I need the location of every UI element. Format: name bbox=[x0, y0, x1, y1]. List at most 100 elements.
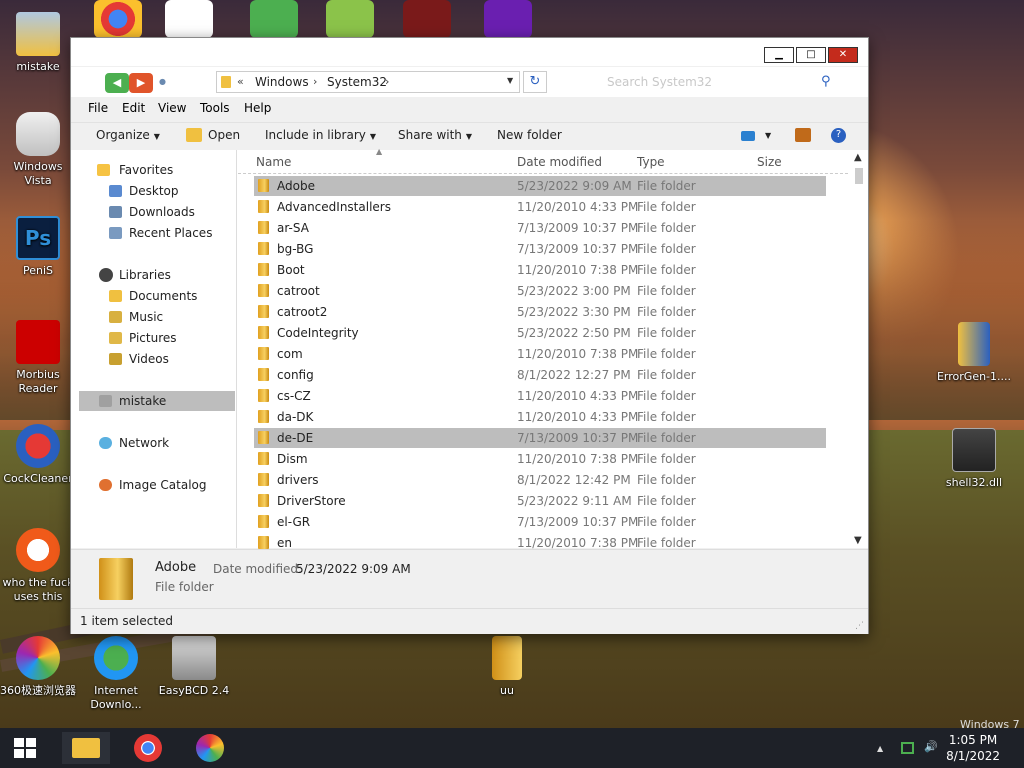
new-folder-button[interactable]: New folder bbox=[497, 128, 562, 142]
table-row[interactable]: catroot2 5/23/2022 3:30 PM File folder bbox=[254, 302, 826, 322]
menu-file[interactable]: File bbox=[88, 101, 108, 115]
desktop-icon-shell32[interactable]: shell32.dll bbox=[936, 428, 1012, 490]
nav-recent-places[interactable]: Recent Places bbox=[71, 223, 237, 243]
table-row[interactable]: bg-BG 7/13/2009 10:37 PM File folder bbox=[254, 239, 826, 259]
resize-grip-icon[interactable]: ⋰ bbox=[855, 621, 864, 631]
taskbar-360-browser[interactable] bbox=[186, 732, 234, 764]
table-row[interactable]: Adobe 5/23/2022 9:09 AM File folder bbox=[254, 176, 826, 196]
breadcrumb-separator[interactable]: › bbox=[385, 75, 389, 88]
file-date: 5/23/2022 2:50 PM bbox=[517, 326, 631, 340]
back-button[interactable]: ◀ bbox=[105, 73, 129, 93]
desktop-icon-who-uses-this[interactable]: who the fuck uses this bbox=[0, 528, 76, 604]
taskbar-chrome[interactable] bbox=[124, 732, 172, 764]
preview-pane-icon[interactable] bbox=[795, 128, 811, 142]
search-icon[interactable]: ⚲ bbox=[821, 74, 831, 89]
column-name[interactable]: Name bbox=[256, 155, 291, 169]
explorer-window[interactable]: ▁ □ ✕ ◀ ▶ ● « Windows › System32 › ▼ ↻ S… bbox=[70, 37, 869, 634]
nav-desktop[interactable]: Desktop bbox=[71, 181, 237, 201]
nav-libraries[interactable]: Libraries bbox=[71, 265, 237, 285]
nav-image-catalog[interactable]: Image Catalog bbox=[71, 475, 237, 495]
start-button[interactable] bbox=[14, 738, 36, 758]
file-name: cs-CZ bbox=[277, 389, 311, 403]
breadcrumb-system32[interactable]: System32 bbox=[327, 75, 387, 89]
table-row[interactable]: AdvancedInstallers 11/20/2010 4:33 PM File… bbox=[254, 197, 826, 217]
table-row[interactable]: de-DE 7/13/2009 10:37 PM File folder bbox=[254, 428, 826, 448]
desktop-icon-cockcleaner[interactable]: CockCleaner bbox=[0, 424, 76, 486]
column-size[interactable]: Size bbox=[757, 155, 782, 169]
volume-icon[interactable]: 🔊 bbox=[924, 740, 938, 753]
forward-button[interactable]: ▶ bbox=[129, 73, 153, 93]
desktop-icon-errorgen[interactable]: ErrorGen-1.... bbox=[936, 322, 1012, 384]
explorer-body: Favorites Desktop Downloads Recent Place… bbox=[71, 147, 868, 550]
include-in-library-button[interactable]: Include in library ▼ bbox=[265, 128, 376, 142]
desktop-icon-uu[interactable]: uu bbox=[469, 636, 545, 698]
table-row[interactable]: drivers 8/1/2022 12:42 PM File folder bbox=[254, 470, 826, 490]
desktop-icon-windows-vista[interactable]: Windows Vista bbox=[0, 112, 76, 188]
table-row[interactable]: Boot 11/20/2010 7:38 PM File folder bbox=[254, 260, 826, 280]
table-row[interactable]: catroot 5/23/2022 3:00 PM File folder bbox=[254, 281, 826, 301]
scroll-up-icon[interactable]: ▲ bbox=[854, 152, 862, 163]
column-date-modified[interactable]: Date modified bbox=[517, 155, 602, 169]
view-options-icon[interactable] bbox=[741, 131, 755, 141]
organize-button[interactable]: Organize ▼ bbox=[96, 128, 160, 142]
view-dropdown-icon[interactable]: ▼ bbox=[765, 131, 771, 140]
table-row[interactable]: el-GR 7/13/2009 10:37 PM File folder bbox=[254, 512, 826, 532]
recent-pages-icon[interactable]: ● bbox=[159, 77, 166, 86]
table-row[interactable]: da-DK 11/20/2010 4:33 PM File folder bbox=[254, 407, 826, 427]
menu-help[interactable]: Help bbox=[244, 101, 271, 115]
desktop-icon-penis[interactable]: Ps PeniS bbox=[0, 216, 76, 278]
menu-tools[interactable]: Tools bbox=[200, 101, 230, 115]
search-box[interactable]: Search System32 ⚲ bbox=[598, 71, 842, 93]
maximize-button[interactable]: □ bbox=[796, 47, 826, 63]
desktop-icon-morbius-reader[interactable]: Morbius Reader bbox=[0, 320, 76, 396]
table-row[interactable]: cs-CZ 11/20/2010 4:33 PM File folder bbox=[254, 386, 826, 406]
address-dropdown-icon[interactable]: ▼ bbox=[507, 76, 513, 85]
nav-documents[interactable]: Documents bbox=[71, 286, 237, 306]
open-button[interactable]: Open bbox=[208, 128, 240, 142]
breadcrumb-windows[interactable]: Windows bbox=[255, 75, 309, 89]
cards-icon[interactable] bbox=[165, 0, 213, 38]
vertical-scrollbar[interactable]: ▲ ▼ bbox=[850, 150, 868, 548]
refresh-button[interactable]: ↻ bbox=[523, 71, 547, 93]
shield-icon[interactable] bbox=[250, 0, 298, 38]
close-button[interactable]: ✕ bbox=[828, 47, 858, 63]
nav-favorites[interactable]: Favorites bbox=[71, 160, 237, 180]
scroll-thumb[interactable] bbox=[855, 168, 863, 184]
breadcrumb-separator[interactable]: › bbox=[313, 75, 317, 88]
title-bar[interactable]: ▁ □ ✕ bbox=[71, 38, 868, 66]
details-date-value: 5/23/2022 9:09 AM bbox=[296, 562, 411, 576]
game-icon[interactable] bbox=[403, 0, 451, 38]
overflow-chevron[interactable]: « bbox=[237, 75, 244, 88]
taskbar-file-explorer[interactable] bbox=[62, 732, 110, 764]
scroll-down-icon[interactable]: ▼ bbox=[854, 535, 862, 546]
system-clock[interactable]: 1:05 PM 8/1/2022 bbox=[946, 732, 1000, 764]
show-hidden-icons[interactable]: ▲ bbox=[877, 744, 883, 753]
nav-pictures[interactable]: Pictures bbox=[71, 328, 237, 348]
desktop-icon-360-browser[interactable]: 360极速浏览器 bbox=[0, 636, 76, 698]
table-row[interactable]: ar-SA 7/13/2009 10:37 PM File folder bbox=[254, 218, 826, 238]
chrome-icon[interactable] bbox=[94, 0, 142, 38]
column-type[interactable]: Type bbox=[637, 155, 665, 169]
nav-mistake[interactable]: mistake bbox=[79, 391, 235, 411]
minimize-button[interactable]: ▁ bbox=[764, 47, 794, 63]
nav-downloads[interactable]: Downloads bbox=[71, 202, 237, 222]
desktop-icon-mistake[interactable]: mistake bbox=[0, 12, 76, 74]
yahoo-icon[interactable] bbox=[484, 0, 532, 38]
desktop-icon-internet-download[interactable]: Internet Downlo... bbox=[78, 636, 154, 712]
menu-edit[interactable]: Edit bbox=[122, 101, 145, 115]
nav-music[interactable]: Music bbox=[71, 307, 237, 327]
table-row[interactable]: config 8/1/2022 12:27 PM File folder bbox=[254, 365, 826, 385]
table-row[interactable]: com 11/20/2010 7:38 PM File folder bbox=[254, 344, 826, 364]
table-row[interactable]: Dism 11/20/2010 7:38 PM File folder bbox=[254, 449, 826, 469]
desktop-icon-easybcd[interactable]: EasyBCD 2.4 bbox=[156, 636, 232, 698]
nav-network[interactable]: Network bbox=[71, 433, 237, 453]
help-icon[interactable]: ? bbox=[831, 128, 846, 143]
menu-view[interactable]: View bbox=[158, 101, 186, 115]
nav-videos[interactable]: Videos bbox=[71, 349, 237, 369]
table-row[interactable]: DriverStore 5/23/2022 9:11 AM File folder bbox=[254, 491, 826, 511]
table-row[interactable]: CodeIntegrity 5/23/2022 2:50 PM File folde… bbox=[254, 323, 826, 343]
network-tray-icon[interactable] bbox=[901, 742, 914, 754]
angry-birds-icon[interactable] bbox=[326, 0, 374, 38]
address-bar[interactable]: « Windows › System32 › ▼ bbox=[216, 71, 520, 93]
share-with-button[interactable]: Share with ▼ bbox=[398, 128, 472, 142]
